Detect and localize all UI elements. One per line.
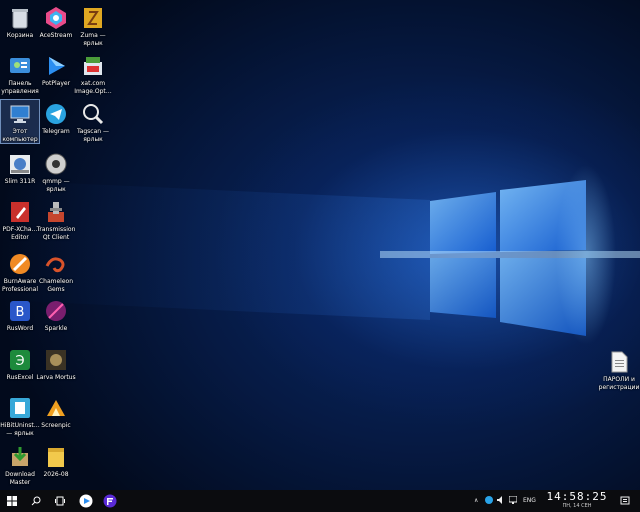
taskbar: ∧ ENG 14:58:25 ПН, 14 СЕН — [0, 490, 640, 512]
notifications-icon[interactable] — [620, 496, 630, 508]
zuma-icon — [81, 6, 105, 30]
media-player-taskbar-icon[interactable] — [74, 490, 98, 512]
desktop-icon-passwords-file[interactable]: ПАРОЛИ и регистрации — [598, 348, 640, 391]
tray-app-icon[interactable] — [485, 496, 493, 506]
desktop-icon-control-panel[interactable]: Панель управления — [0, 52, 40, 95]
windows-start-icon[interactable] — [0, 490, 24, 512]
desktop-icon-slim-311r[interactable]: Slim 311R — [0, 150, 40, 186]
desktop-icon-tagscan[interactable]: Tagscan — ярлык — [73, 100, 113, 143]
desktop-icon-telegram[interactable]: Telegram — [36, 100, 76, 136]
uninstaller-icon — [8, 396, 32, 420]
burnaware-icon — [8, 252, 32, 276]
chameleon-icon — [44, 252, 68, 276]
tagscan-icon — [81, 102, 105, 126]
desktop-icon-pdf-xchange[interactable]: PDF-XCha… Editor — [0, 198, 40, 241]
clock[interactable]: 14:58:25 ПН, 14 СЕН — [546, 490, 608, 512]
sparkle-icon — [44, 299, 68, 323]
download-master-icon — [8, 445, 32, 469]
app-taskbar-icon[interactable] — [98, 490, 122, 512]
clock-time: 14:58:25 — [546, 490, 608, 503]
potplayer-icon — [44, 54, 68, 78]
image-optimizer-icon — [81, 54, 105, 78]
qmmp-icon — [44, 152, 68, 176]
desktop-icon-download-master[interactable]: Download Master — [0, 443, 40, 486]
desktop-icon-acestream[interactable]: AceStream — [36, 4, 76, 40]
desktop-icon-folder-2026-08[interactable]: 2026-08 — [36, 443, 76, 479]
rusword-icon: B — [8, 299, 32, 323]
desktop-icon-burnaware[interactable]: BurnAware Professional — [0, 250, 40, 293]
telegram-icon — [44, 102, 68, 126]
desktop-icon-recycle-bin[interactable]: Корзина — [0, 4, 40, 40]
desktop-icon-qmmp[interactable]: qmmp — ярлык — [36, 150, 76, 193]
recycle-bin-icon — [8, 6, 32, 30]
desktop-icon-larva-mortus[interactable]: Larva Mortus — [36, 346, 76, 382]
desktop-icon-hibit-uninstaller[interactable]: HiBitUninst… — ярлык — [0, 394, 40, 437]
desktop-icon-potplayer[interactable]: PotPlayer — [36, 52, 76, 88]
text-file-icon — [607, 350, 631, 374]
volume-icon[interactable] — [497, 496, 505, 506]
svg-text:Э: Э — [15, 354, 24, 369]
search-icon[interactable] — [24, 490, 48, 512]
desktop-icon-zuma[interactable]: Zuma — ярлык — [73, 4, 113, 47]
control-panel-icon — [8, 54, 32, 78]
rusexcel-icon: Э — [8, 348, 32, 372]
desktop-icon-transmission[interactable]: Transmission Qt Client — [36, 198, 76, 241]
desktop-icon-rusword[interactable]: B RusWord — [0, 297, 40, 333]
svg-text:B: B — [16, 305, 25, 320]
language-indicator[interactable]: ENG — [523, 497, 536, 504]
desktop-icon-sparkle[interactable]: Sparkle — [36, 297, 76, 333]
network-icon[interactable] — [508, 495, 518, 506]
desktop-icon-image-optimizer[interactable]: xat.com Image.Opt… — [73, 52, 113, 95]
pdf-editor-icon — [8, 200, 32, 224]
show-hidden-icons-icon[interactable]: ∧ — [474, 497, 478, 504]
desktop-icon-this-pc[interactable]: Этот компьютер — [0, 99, 40, 144]
clock-date: ПН, 14 СЕН — [562, 503, 592, 509]
desktop[interactable]: Корзина Панель управления Этот компьютер… — [0, 0, 640, 490]
desktop-icon-screenpic[interactable]: Screenpic — [36, 394, 76, 430]
screenpic-icon — [44, 396, 68, 420]
transmission-icon — [44, 200, 68, 224]
acestream-icon — [44, 6, 68, 30]
task-view-icon[interactable] — [48, 490, 72, 512]
desktop-icon-chameleon-gems[interactable]: Chameleon Gems — [36, 250, 76, 293]
larva-mortus-icon — [44, 348, 68, 372]
computer-icon — [8, 102, 32, 126]
desktop-icon-rusexcel[interactable]: Э RusExcel — [0, 346, 40, 382]
scanner-icon — [8, 152, 32, 176]
folder-icon — [44, 445, 68, 469]
